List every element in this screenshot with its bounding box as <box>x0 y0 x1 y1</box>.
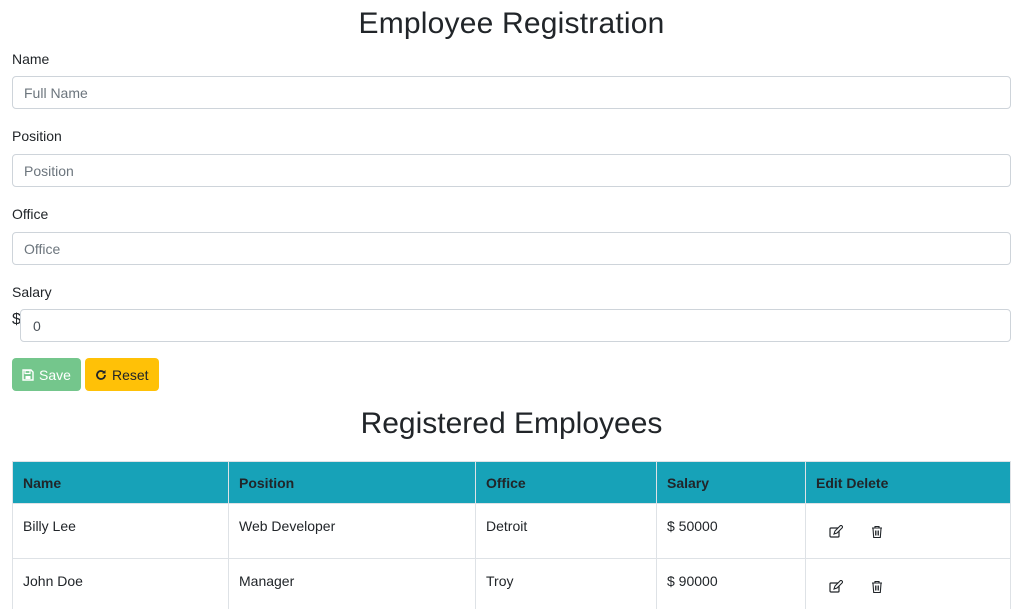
cell-salary: $ 90000 <box>656 558 806 609</box>
salary-label: Salary <box>12 284 52 300</box>
cell-position: Web Developer <box>228 503 476 559</box>
floppy-disk-icon <box>22 368 34 381</box>
column-header-position: Position <box>228 461 476 504</box>
column-header-actions: Edit Delete <box>805 461 1011 504</box>
employees-table: Name Position Office Salary Edit Delete … <box>12 461 1011 609</box>
salary-prefix: $ <box>12 311 21 328</box>
trash-icon[interactable] <box>867 577 887 597</box>
trash-icon[interactable] <box>867 522 887 542</box>
office-input[interactable] <box>12 232 1011 265</box>
cell-office: Detroit <box>475 503 657 559</box>
form-actions: Save Reset <box>12 358 1011 391</box>
name-input[interactable] <box>12 76 1011 109</box>
table-row: Billy Lee Web Developer Detroit $ 50000 <box>12 503 1011 559</box>
column-header-name: Name <box>12 461 229 504</box>
table-row: John Doe Manager Troy $ 90000 <box>12 558 1011 609</box>
cell-position: Manager <box>228 558 476 609</box>
page: Employee Registration Name Position Offi… <box>0 0 1021 609</box>
column-header-office: Office <box>475 461 657 504</box>
name-label: Name <box>12 51 50 67</box>
cell-actions <box>805 503 1011 559</box>
cell-name: John Doe <box>12 558 229 609</box>
cell-office: Troy <box>475 558 657 609</box>
column-header-salary: Salary <box>656 461 806 504</box>
reset-button-label: Reset <box>112 366 149 383</box>
cell-actions <box>805 558 1011 609</box>
cell-salary: $ 50000 <box>656 503 806 559</box>
page-title: Employee Registration <box>358 7 665 40</box>
edit-icon[interactable] <box>826 522 846 542</box>
position-input[interactable] <box>12 154 1011 187</box>
cell-name: Billy Lee <box>12 503 229 559</box>
edit-icon[interactable] <box>826 577 846 597</box>
table-header-row: Name Position Office Salary Edit Delete <box>12 461 1011 504</box>
salary-input[interactable] <box>20 309 1011 342</box>
salary-row: $ <box>12 309 1011 342</box>
table-title: Registered Employees <box>360 407 663 440</box>
save-button[interactable]: Save <box>12 358 81 391</box>
position-label: Position <box>12 128 62 144</box>
employee-form: Name Position Office Salary $ Save <box>12 50 1011 391</box>
office-label: Office <box>12 206 49 222</box>
reset-button[interactable]: Reset <box>85 358 159 391</box>
refresh-icon <box>96 369 106 380</box>
save-button-label: Save <box>39 366 71 383</box>
